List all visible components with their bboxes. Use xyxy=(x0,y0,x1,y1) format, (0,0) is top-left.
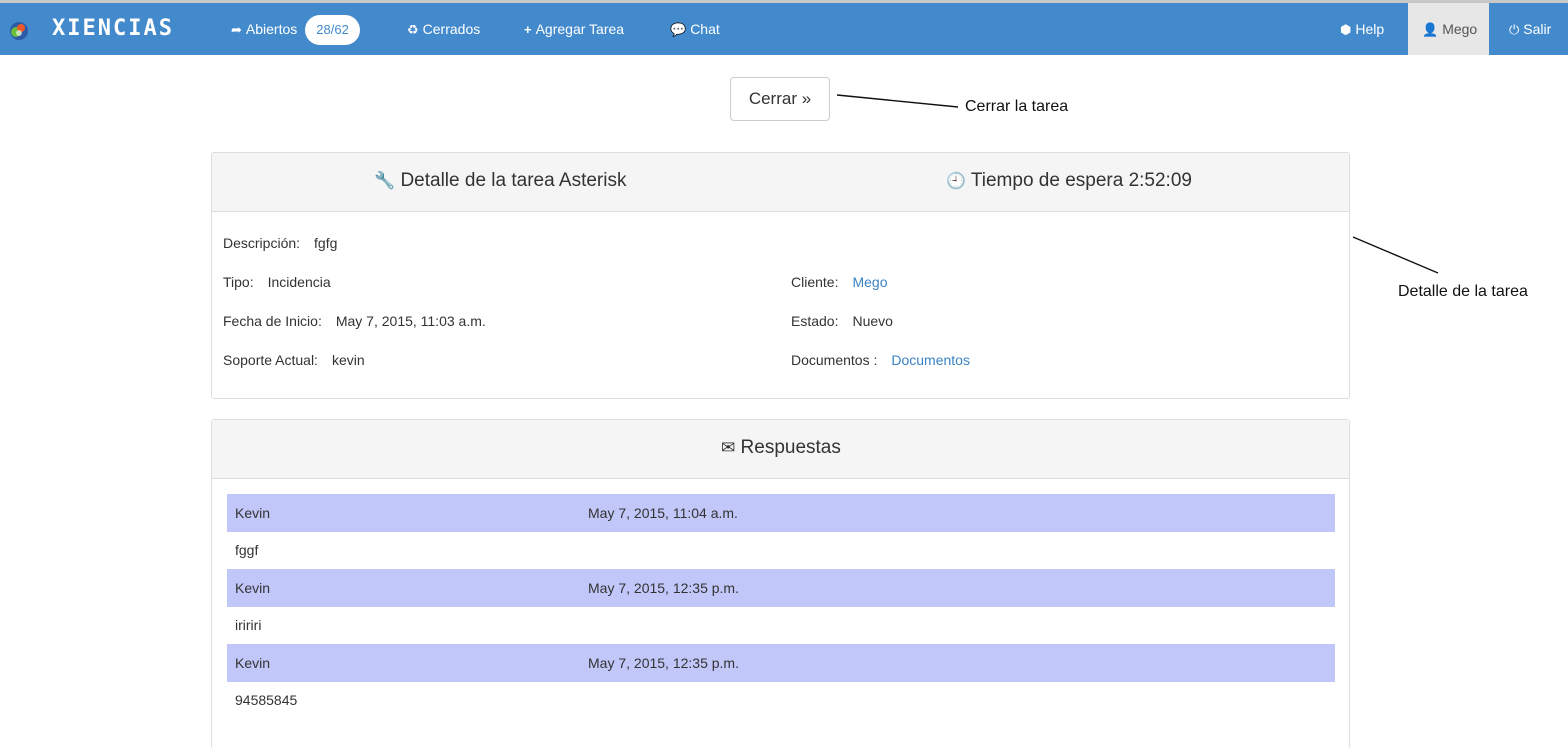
power-icon: ⏻ xyxy=(1509,22,1520,37)
envelope-icon: ✉ xyxy=(721,438,736,457)
brand-logo-text[interactable]: XIENCIAS xyxy=(52,3,174,55)
nav-abiertos-label: Abiertos xyxy=(245,21,298,37)
plus-icon: + xyxy=(524,22,532,37)
response-author: Kevin xyxy=(235,580,271,596)
nav-chat-label: Chat xyxy=(690,21,720,37)
clock-icon: 🕘 xyxy=(946,173,966,190)
response-author: Kevin xyxy=(235,655,271,671)
field-tipo: Tipo: Incidencia xyxy=(223,274,331,290)
wait-time: Tiempo de espera 2:52:09 xyxy=(970,170,1192,191)
nav-chat[interactable]: 💬 Chat xyxy=(670,3,720,55)
nav-agregar-label: Agregar Tarea xyxy=(535,21,625,37)
field-fecha-inicio: Fecha de Inicio: May 7, 2015, 11:03 a.m. xyxy=(223,313,486,329)
fecha-value: May 7, 2015, 11:03 a.m. xyxy=(335,313,486,329)
response-row: Kevin May 7, 2015, 12:35 p.m. xyxy=(227,569,1335,607)
user-icon: 👤 xyxy=(1422,22,1439,37)
cerrar-button[interactable]: Cerrar » xyxy=(730,77,830,121)
field-descripcion: Descripción: fgfg xyxy=(223,235,337,251)
responses-panel: ✉ Respuestas Kevin May 7, 2015, 11:04 a.… xyxy=(211,419,1350,749)
task-detail-header: 🔧 Detalle de la tarea Asterisk 🕘 Tiempo … xyxy=(212,153,1349,212)
task-detail-panel: 🔧 Detalle de la tarea Asterisk 🕘 Tiempo … xyxy=(211,152,1350,399)
wait-time-wrap: 🕘 Tiempo de espera 2:52:09 xyxy=(946,153,1192,210)
recycle-icon: ♻ xyxy=(407,22,419,37)
response-author: Kevin xyxy=(235,505,271,521)
nav-user[interactable]: 👤 Mego xyxy=(1422,3,1477,55)
response-date: May 7, 2015, 12:35 p.m. xyxy=(588,580,739,596)
cliente-link[interactable]: Mego xyxy=(852,274,887,290)
nav-help-label: Help xyxy=(1355,21,1385,37)
field-cliente: Cliente: Mego xyxy=(791,274,888,290)
cube-icon: ⬢ xyxy=(1340,22,1352,37)
documentos-label: Documentos : xyxy=(791,352,878,368)
responses-header: ✉ Respuestas xyxy=(212,420,1349,479)
nav-salir-label: Salir xyxy=(1523,21,1552,37)
response-row: Kevin May 7, 2015, 12:35 p.m. xyxy=(227,644,1335,682)
response-body: fggf xyxy=(235,542,259,558)
nav-cerrados[interactable]: ♻ Cerrados xyxy=(407,3,480,55)
fecha-label: Fecha de Inicio: xyxy=(223,313,322,329)
nav-abiertos[interactable]: ➦ Abiertos 28/62 xyxy=(231,3,360,55)
nav-cerrados-label: Cerrados xyxy=(422,21,481,37)
response-body: 94585845 xyxy=(235,692,298,708)
field-estado: Estado: Nuevo xyxy=(791,313,893,329)
annotation-detalle: Detalle de la tarea xyxy=(1398,283,1528,300)
estado-label: Estado: xyxy=(791,313,839,329)
task-detail-title: Detalle de la tarea Asterisk xyxy=(400,170,627,191)
soporte-label: Soporte Actual: xyxy=(223,352,318,368)
task-detail-title-wrap: 🔧 Detalle de la tarea Asterisk xyxy=(374,153,626,209)
soporte-value: kevin xyxy=(331,352,365,368)
nav-help[interactable]: ⬢ Help xyxy=(1340,3,1384,55)
field-soporte: Soporte Actual: kevin xyxy=(223,352,365,368)
responses-title-wrap: ✉ Respuestas xyxy=(721,420,841,476)
descripcion-label: Descripción: xyxy=(223,235,301,251)
documentos-link[interactable]: Documentos xyxy=(891,352,970,368)
top-navbar: XIENCIAS ➦ Abiertos 28/62 ♻ Cerrados + Agreg… xyxy=(0,3,1568,55)
share-arrow-icon: ➦ xyxy=(231,22,242,37)
chat-bubble-icon: 💬 xyxy=(670,22,687,37)
cliente-label: Cliente: xyxy=(791,274,839,290)
tipo-label: Tipo: xyxy=(223,274,254,290)
annotation-cerrar: Cerrar la tarea xyxy=(965,98,1069,115)
responses-title: Respuestas xyxy=(740,437,841,458)
response-row: Kevin May 7, 2015, 11:04 a.m. xyxy=(227,494,1335,532)
nav-agregar-tarea[interactable]: + Agregar Tarea xyxy=(524,3,624,55)
nav-user-label: Mego xyxy=(1442,21,1478,37)
estado-value: Nuevo xyxy=(852,313,893,329)
abiertos-count-badge[interactable]: 28/62 xyxy=(305,15,360,46)
response-date: May 7, 2015, 12:35 p.m. xyxy=(588,655,739,671)
response-body: iririri xyxy=(235,617,262,633)
wrench-icon: 🔧 xyxy=(374,171,396,190)
descripcion-value: fgfg xyxy=(314,235,338,251)
field-documentos: Documentos : Documentos xyxy=(791,352,970,368)
response-date: May 7, 2015, 11:04 a.m. xyxy=(588,505,738,521)
logo-icon[interactable] xyxy=(8,20,30,42)
nav-salir[interactable]: ⏻ Salir xyxy=(1509,3,1551,55)
tipo-value: Incidencia xyxy=(267,274,331,290)
